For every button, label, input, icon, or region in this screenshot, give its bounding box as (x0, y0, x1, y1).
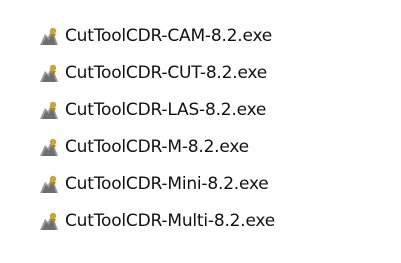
file-item[interactable]: CutToolCDR-CAM-8.2.exe (38, 17, 275, 54)
executable-icon (40, 138, 58, 156)
file-item[interactable]: CutToolCDR-Multi-8.2.exe (38, 202, 275, 239)
file-item[interactable]: CutToolCDR-CUT-8.2.exe (38, 54, 275, 91)
file-name: CutToolCDR-Mini-8.2.exe (65, 173, 269, 194)
executable-icon (40, 101, 58, 119)
file-name: CutToolCDR-CUT-8.2.exe (65, 62, 268, 83)
file-name: CutToolCDR-LAS-8.2.exe (65, 99, 267, 120)
file-name: CutToolCDR-CAM-8.2.exe (65, 25, 273, 46)
executable-icon (40, 27, 58, 45)
file-list: CutToolCDR-CAM-8.2.exe CutToolCDR-CUT-8.… (38, 17, 275, 239)
executable-icon (40, 64, 58, 82)
executable-icon (40, 175, 58, 193)
file-item[interactable]: CutToolCDR-M-8.2.exe (38, 128, 275, 165)
file-name: CutToolCDR-M-8.2.exe (65, 136, 249, 157)
file-name: CutToolCDR-Multi-8.2.exe (65, 210, 276, 231)
file-item[interactable]: CutToolCDR-Mini-8.2.exe (38, 165, 275, 202)
executable-icon (40, 212, 58, 230)
file-item[interactable]: CutToolCDR-LAS-8.2.exe (38, 91, 275, 128)
